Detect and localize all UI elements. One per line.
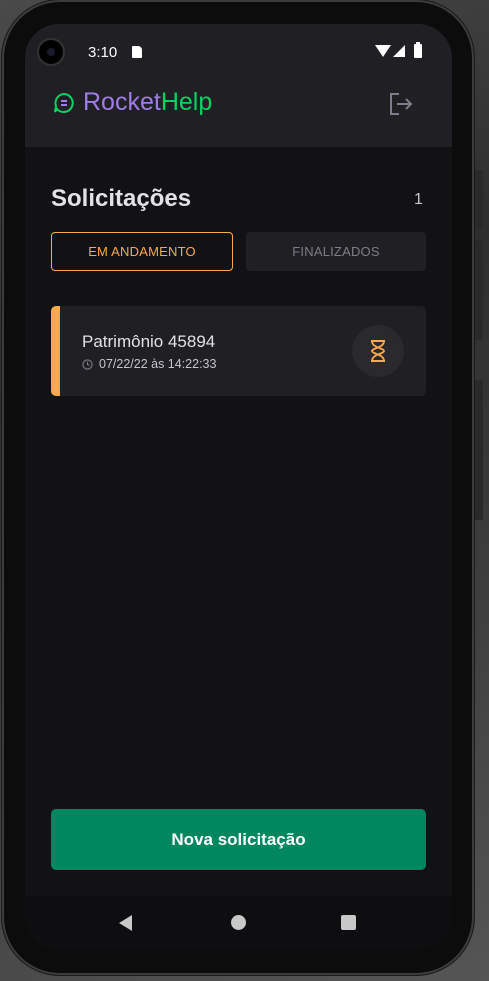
status-bar-indicator: [51, 306, 60, 396]
volume-button: [475, 240, 483, 340]
order-card[interactable]: Patrimônio 45894 07/22/22 às 14:22:33: [51, 306, 426, 396]
logo-text-help: Help: [160, 88, 213, 116]
app-screen: 3:10 Rocket Help Solicitações 1 EM ANDAME…: [25, 24, 452, 950]
home-icon[interactable]: [231, 915, 246, 930]
app-logo: Rocket Help: [53, 88, 212, 117]
status-badge: [352, 325, 404, 377]
power-button: [475, 380, 483, 520]
volume-button: [475, 170, 483, 230]
back-icon[interactable]: [119, 915, 132, 931]
sd-card-icon: [132, 46, 142, 58]
order-meta: 07/22/22 às 14:22:33: [82, 357, 216, 371]
page-title: Solicitações: [51, 185, 192, 212]
new-request-button[interactable]: Nova solicitação: [51, 809, 426, 870]
filter-finished[interactable]: FINALIZADOS: [246, 232, 426, 271]
chat-bubble-icon: [54, 92, 74, 113]
status-time: 3:10: [88, 44, 118, 61]
app-header: Rocket Help: [25, 80, 452, 147]
order-datetime: 07/22/22 às 14:22:33: [99, 357, 217, 371]
orders-count: 1: [414, 191, 423, 208]
camera-icon: [37, 38, 65, 66]
android-nav-bar: [25, 896, 452, 950]
hourglass-icon: [371, 340, 385, 362]
logout-icon[interactable]: [387, 90, 415, 118]
signal-icon: [393, 45, 405, 57]
clock-icon: [82, 358, 93, 370]
battery-icon: [414, 42, 422, 58]
recent-apps-icon[interactable]: [341, 915, 356, 930]
filter-in-progress[interactable]: EM ANDAMENTO: [51, 232, 233, 271]
status-bar: 3:10: [25, 24, 452, 80]
logo-text-rocket: Rocket: [83, 88, 161, 116]
order-title: Patrimônio 45894: [82, 332, 216, 351]
wifi-icon: [375, 45, 391, 57]
